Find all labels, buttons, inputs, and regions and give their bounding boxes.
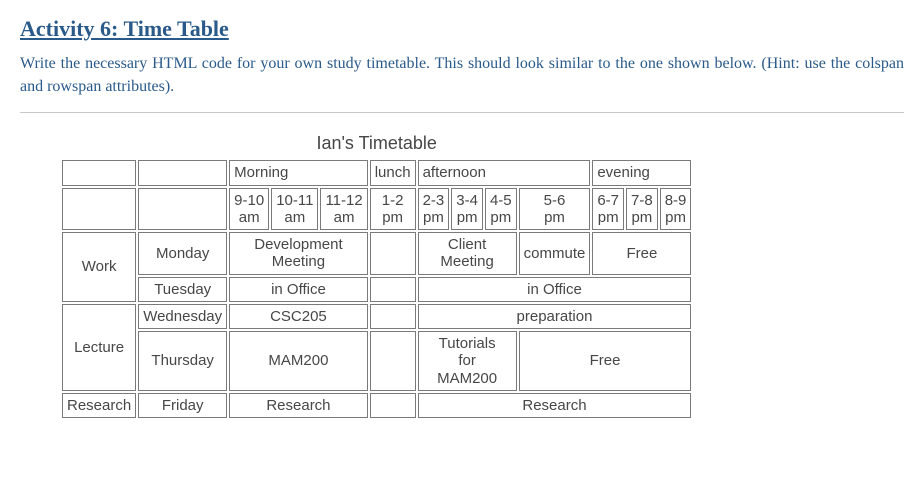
cell-in-office-pm: in Office xyxy=(418,277,692,302)
table-row: Tuesday in Office in Office xyxy=(62,277,691,302)
slot-9-10: 9-10am xyxy=(229,188,269,231)
cell-commute: commute xyxy=(519,232,591,275)
cell-preparation: preparation xyxy=(418,304,692,329)
slot-11-12: 11-12am xyxy=(320,188,367,231)
table-row: 9-10am 10-11am 11-12am 1-2pm 2-3pm 3-4pm… xyxy=(62,188,691,231)
table-row: Work Monday DevelopmentMeeting ClientMee… xyxy=(62,232,691,275)
category-lecture: Lecture xyxy=(62,304,136,391)
blank-cell xyxy=(138,188,227,231)
section-morning: Morning xyxy=(229,160,368,185)
activity-heading: Activity 6: Time Table xyxy=(20,16,904,42)
table-row: Lecture Wednesday CSC205 preparation xyxy=(62,304,691,329)
slot-10-11: 10-11am xyxy=(271,188,318,231)
day-monday: Monday xyxy=(138,232,227,275)
cell-research-pm: Research xyxy=(418,393,692,418)
slot-7-8: 7-8pm xyxy=(626,188,658,231)
cell-dev-meeting: DevelopmentMeeting xyxy=(229,232,368,275)
blank-cell xyxy=(370,304,416,329)
day-friday: Friday xyxy=(138,393,227,418)
section-afternoon: afternoon xyxy=(418,160,591,185)
slot-1-2: 1-2pm xyxy=(370,188,416,231)
blank-cell xyxy=(62,188,136,231)
blank-cell xyxy=(138,160,227,185)
blank-cell xyxy=(370,232,416,275)
cell-mam200: MAM200 xyxy=(229,331,368,391)
category-work: Work xyxy=(62,232,136,302)
timetable: Ian's Timetable Morning lunch afternoon … xyxy=(60,133,693,420)
cell-in-office-am: in Office xyxy=(229,277,368,302)
slot-3-4: 3-4pm xyxy=(451,188,483,231)
cell-csc205: CSC205 xyxy=(229,304,368,329)
section-lunch: lunch xyxy=(370,160,416,185)
section-evening: evening xyxy=(592,160,691,185)
slot-2-3: 2-3pm xyxy=(418,188,450,231)
slot-4-5: 4-5pm xyxy=(485,188,517,231)
blank-cell xyxy=(370,331,416,391)
slot-6-7: 6-7pm xyxy=(592,188,624,231)
activity-instructions: Write the necessary HTML code for your o… xyxy=(20,52,904,98)
blank-cell xyxy=(370,393,416,418)
table-row: Thursday MAM200 TutorialsforMAM200 Free xyxy=(62,331,691,391)
slot-5-6: 5-6pm xyxy=(519,188,591,231)
divider xyxy=(20,112,904,113)
timetable-caption: Ian's Timetable xyxy=(60,133,693,158)
day-thursday: Thursday xyxy=(138,331,227,391)
day-wednesday: Wednesday xyxy=(138,304,227,329)
cell-free: Free xyxy=(592,232,691,275)
cell-tutorials-mam200: TutorialsforMAM200 xyxy=(418,331,517,391)
cell-client-meeting: ClientMeeting xyxy=(418,232,517,275)
slot-8-9: 8-9pm xyxy=(660,188,692,231)
cell-free-thu: Free xyxy=(519,331,692,391)
day-tuesday: Tuesday xyxy=(138,277,227,302)
category-research: Research xyxy=(62,393,136,418)
blank-cell xyxy=(62,160,136,185)
timetable-wrapper: Ian's Timetable Morning lunch afternoon … xyxy=(20,133,904,420)
cell-research-am: Research xyxy=(229,393,368,418)
blank-cell xyxy=(370,277,416,302)
table-row: Research Friday Research Research xyxy=(62,393,691,418)
table-row: Morning lunch afternoon evening xyxy=(62,160,691,185)
